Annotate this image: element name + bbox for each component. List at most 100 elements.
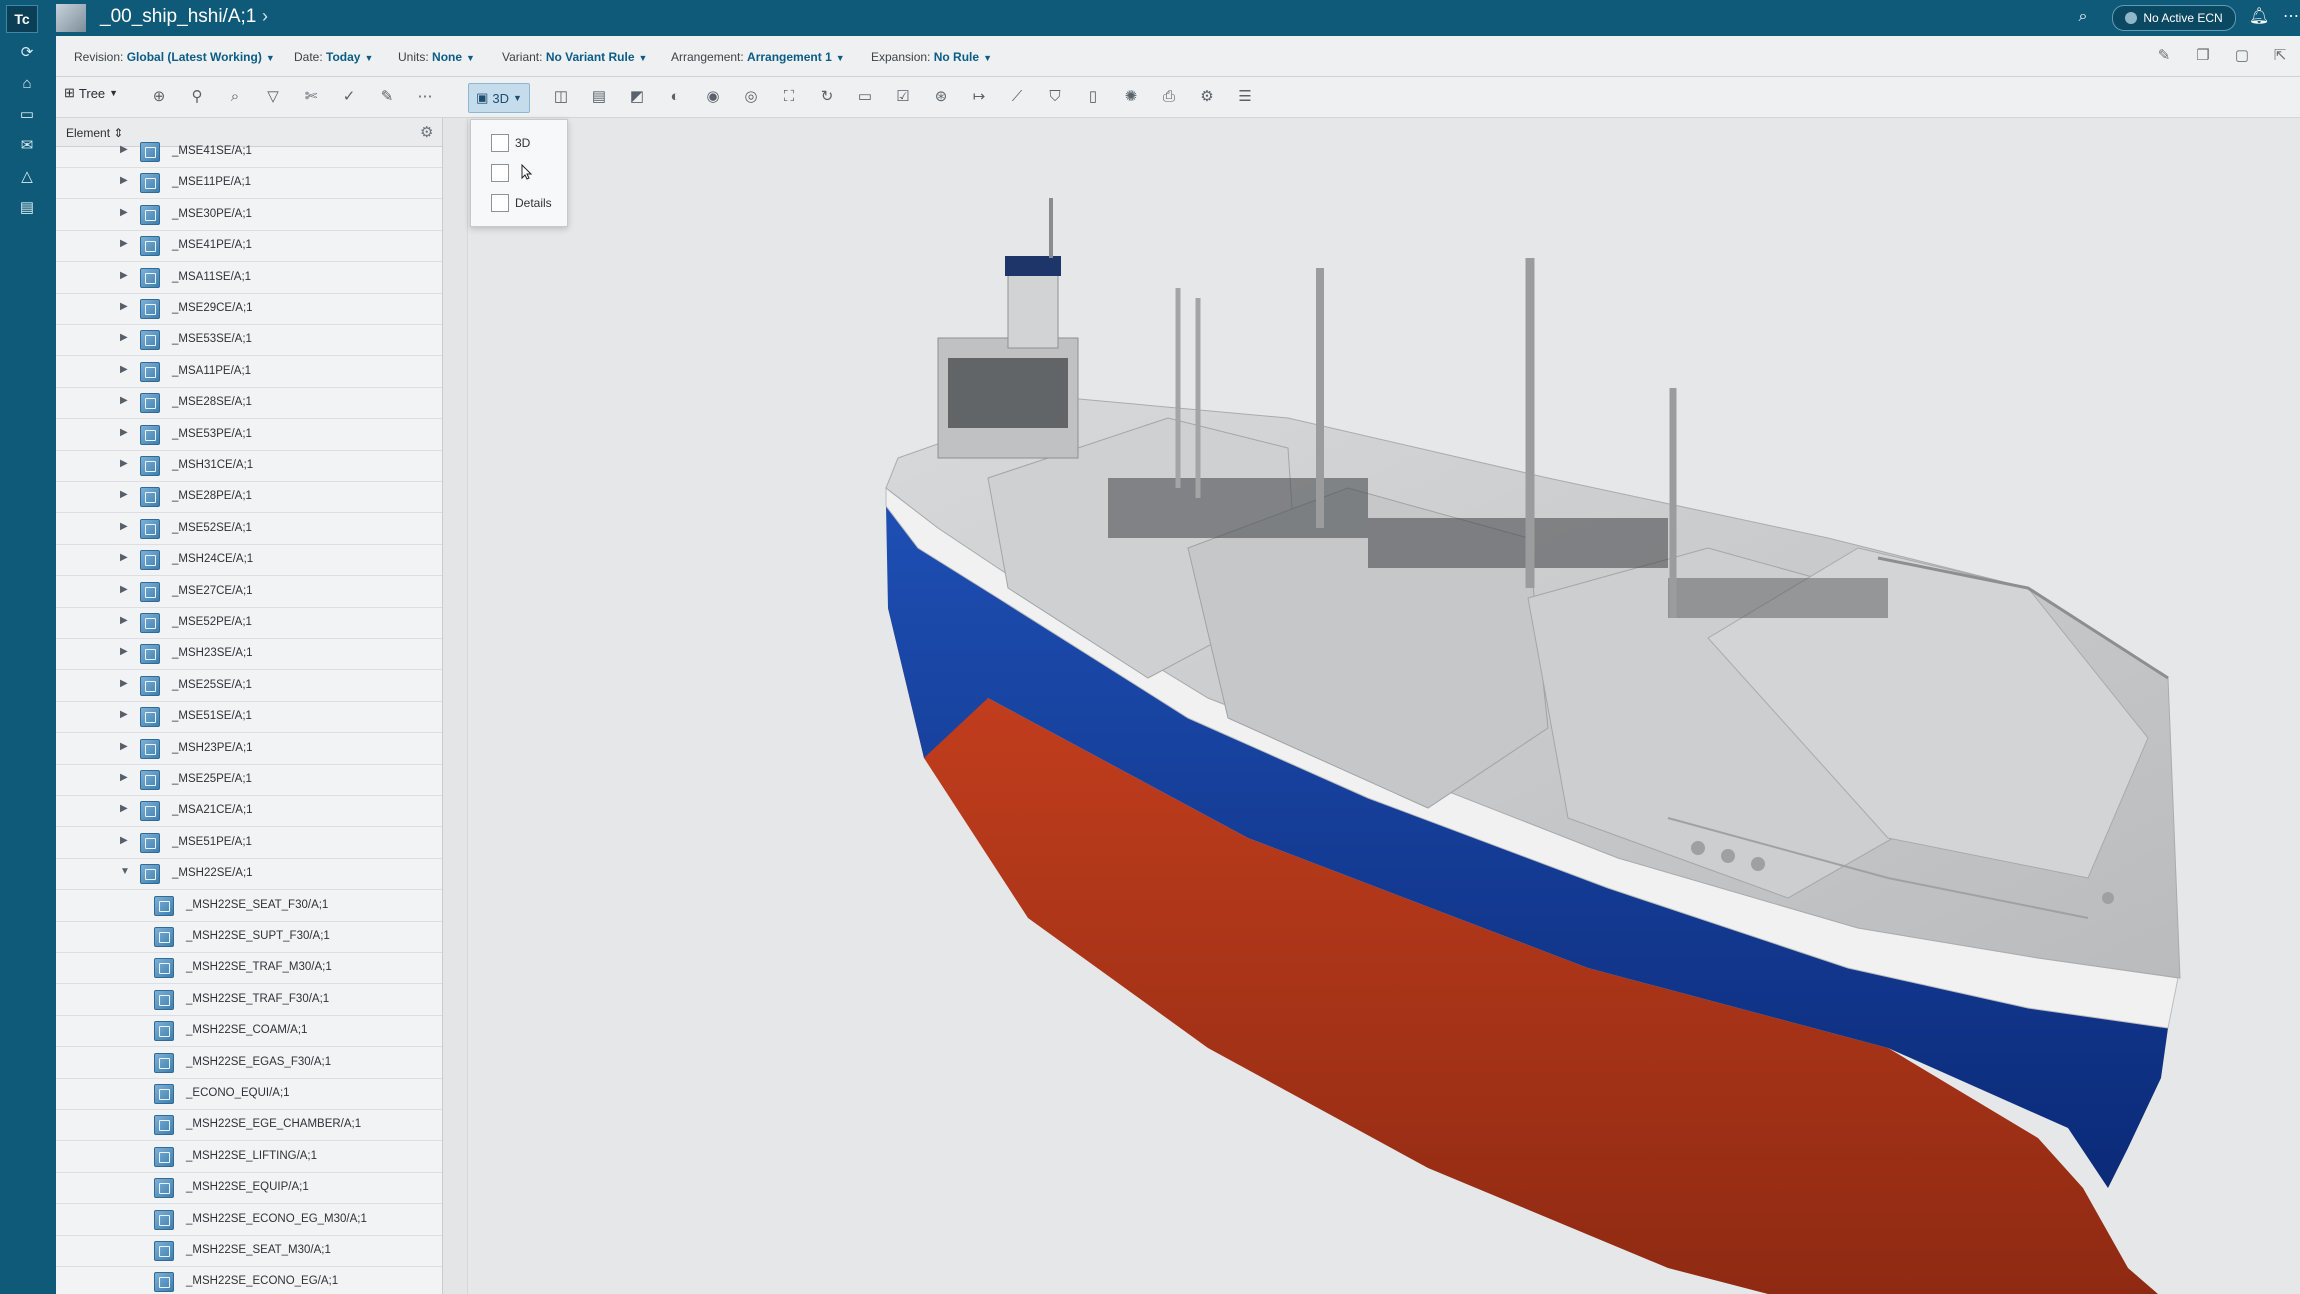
tree-row[interactable]: _ECONO_EQUI/A;1 (56, 1078, 442, 1110)
collapse-icon[interactable]: ▼ (120, 866, 130, 877)
tree-row[interactable]: ▶ _MSE52PE/A;1 (56, 607, 442, 639)
units-selector[interactable]: Units: None ▼ (398, 50, 475, 64)
tree-row[interactable]: ▶ _MSA21CE/A;1 (56, 795, 442, 828)
tools-icon[interactable]: ✄ (300, 86, 322, 108)
expand-icon[interactable]: ▶ (120, 207, 128, 218)
tree-row[interactable]: _MSH22SE_SEAT_F30/A;1 (56, 890, 442, 922)
expand-icon[interactable]: ▶ (120, 835, 128, 846)
expand-icon[interactable]: ▶ (120, 364, 128, 375)
lighting-icon[interactable]: ✺ (1120, 86, 1142, 108)
expand-icon[interactable]: ▶ (120, 741, 128, 752)
3d-viewer[interactable] (468, 118, 2300, 1294)
list-icon[interactable]: ☰ (1234, 86, 1256, 108)
tree-row[interactable]: ▶ _MSE53PE/A;1 (56, 419, 442, 451)
expand-icon[interactable]: ▶ (120, 803, 128, 814)
shield-icon[interactable]: ⛉ (1044, 86, 1066, 108)
tree-row[interactable]: ▶ _MSE29CE/A;1 (56, 293, 442, 325)
tree-row[interactable]: ▶ _MSE28PE/A;1 (56, 481, 442, 514)
rotate-icon[interactable]: ↻ (816, 86, 838, 108)
expand-icon[interactable]: ▶ (120, 772, 128, 783)
tree-row[interactable]: ▶ _MSE51SE/A;1 (56, 701, 442, 734)
menu-item-details[interactable]: Details (471, 188, 567, 216)
arrangement-selector[interactable]: Arrangement: Arrangement 1 ▼ (671, 50, 845, 64)
expand-icon[interactable]: ▶ (120, 552, 128, 563)
expand-icon[interactable]: ▶ (120, 521, 128, 532)
tree-row[interactable]: ▶ _MSH23SE/A;1 (56, 638, 442, 671)
tree-row[interactable]: ▶ _MSA11PE/A;1 (56, 356, 442, 388)
edit-icon[interactable]: ✎ (376, 86, 398, 108)
tree-row[interactable]: _MSH22SE_ECONO_EG/A;1 (56, 1266, 442, 1294)
tree-row[interactable]: ▶ _MSH31CE/A;1 (56, 450, 442, 482)
expand-icon[interactable]: ▶ (120, 615, 128, 626)
expand-icon[interactable]: ▶ (120, 395, 128, 406)
ship-3d-model[interactable] (468, 118, 2300, 1294)
tree-row[interactable]: _MSH22SE_ECONO_EG_M30/A;1 (56, 1204, 442, 1236)
panel-splitter[interactable] (443, 118, 468, 1294)
expand-icon[interactable]: ▶ (120, 678, 128, 689)
tree-row[interactable]: _MSH22SE_SUPT_F30/A;1 (56, 921, 442, 953)
tree-row[interactable]: ▶ _MSE11PE/A;1 (56, 167, 442, 200)
share-icon[interactable]: ⇱ (2270, 46, 2290, 66)
app-logo[interactable]: Tc (6, 5, 38, 33)
check-icon[interactable]: ✓ (338, 86, 360, 108)
changes-icon[interactable]: △ (16, 166, 38, 188)
print-icon[interactable]: ⎙ (1158, 86, 1180, 108)
section-icon[interactable]: ◐ (664, 86, 686, 108)
settings-icon[interactable]: ⚙ (1196, 86, 1218, 108)
visibility-icon[interactable]: ◉ (702, 86, 724, 108)
menu-item-3d[interactable]: 3D (471, 128, 567, 156)
filter-icon[interactable]: ▽ (262, 86, 284, 108)
home-icon[interactable]: ⌂ (16, 73, 38, 95)
expand-icon[interactable]: ▶ (120, 175, 128, 186)
expand-icon[interactable]: ▶ (120, 458, 128, 469)
chevron-right-icon[interactable]: › (262, 6, 268, 27)
tree-row[interactable]: ▶ _MSE51PE/A;1 (56, 827, 442, 859)
document-icon[interactable]: ▯ (1082, 86, 1104, 108)
tree-row[interactable]: _MSH22SE_TRAF_F30/A;1 (56, 984, 442, 1016)
tree-row[interactable]: ▶ _MSA11SE/A;1 (56, 262, 442, 294)
tree-row[interactable]: ▶ _MSH23PE/A;1 (56, 733, 442, 765)
expand-icon[interactable]: ▶ (120, 427, 128, 438)
variant-selector[interactable]: Variant: No Variant Rule ▼ (502, 50, 647, 64)
structure-icon[interactable]: ⚲ (186, 86, 208, 108)
display-icon[interactable]: ◫ (550, 86, 572, 108)
markup-icon[interactable]: ▭ (854, 86, 876, 108)
expand-icon[interactable]: ▶ (120, 584, 128, 595)
expand-icon[interactable]: ▶ (120, 270, 128, 281)
expand-icon[interactable]: ▶ (120, 646, 128, 657)
tree-row[interactable]: ▶ _MSE41PE/A;1 (56, 230, 442, 263)
tree-row[interactable]: _MSH22SE_EGAS_F30/A;1 (56, 1047, 442, 1079)
revision-selector[interactable]: Revision: Global (Latest Working) ▼ (74, 50, 275, 64)
search-icon[interactable]: ⌕ (224, 86, 246, 108)
expand-icon[interactable]: ▶ (120, 332, 128, 343)
tree-row[interactable]: _MSH22SE_TRAF_M30/A;1 (56, 952, 442, 985)
tree-row[interactable]: ▶ _MSE25PE/A;1 (56, 764, 442, 796)
menu-item-2d[interactable] (471, 158, 567, 186)
tree-row[interactable]: ▶ _MSE53SE/A;1 (56, 324, 442, 357)
expand-icon[interactable]: ▶ (120, 238, 128, 249)
date-selector[interactable]: Date: Today ▼ (294, 50, 373, 64)
tree-row[interactable]: ▶ _MSE30PE/A;1 (56, 199, 442, 231)
tree-row[interactable]: _MSH22SE_LIFTING/A;1 (56, 1141, 442, 1173)
tree-row[interactable]: _MSH22SE_EQUIP/A;1 (56, 1172, 442, 1205)
line-icon[interactable]: ⟋ (1006, 86, 1028, 108)
tree-row[interactable]: ▶ _MSH24CE/A;1 (56, 544, 442, 577)
tree-row[interactable]: _MSH22SE_EGE_CHAMBER/A;1 (56, 1109, 442, 1142)
add-icon[interactable]: ⊕ (148, 86, 170, 108)
bell-icon[interactable]: 🔔︎ (2248, 6, 2270, 28)
inbox-icon[interactable]: ✉︎ (16, 135, 38, 157)
tree-row[interactable]: _MSH22SE_COAM/A;1 (56, 1015, 442, 1048)
snapshot-icon[interactable]: ◎ (740, 86, 762, 108)
paste-icon[interactable]: ▢ (2232, 46, 2252, 66)
validate-icon[interactable]: ☑ (892, 86, 914, 108)
expand-icon[interactable]: ▶ (120, 709, 128, 720)
expansion-selector[interactable]: Expansion: No Rule ▼ (871, 50, 992, 64)
more-icon[interactable]: ⋯ (414, 86, 436, 108)
tree-row[interactable]: ▶ _MSE28SE/A;1 (56, 387, 442, 420)
view-mode-button[interactable]: ▣ 3D ▼ (468, 83, 530, 113)
tree-row[interactable]: ▶ _MSE41SE/A;1 (56, 136, 442, 168)
expand-icon[interactable]: ▶ (120, 144, 128, 155)
reports-icon[interactable]: ▤ (16, 197, 38, 219)
expand-icon[interactable]: ▶ (120, 489, 128, 500)
analysis-icon[interactable]: ◩ (626, 86, 648, 108)
